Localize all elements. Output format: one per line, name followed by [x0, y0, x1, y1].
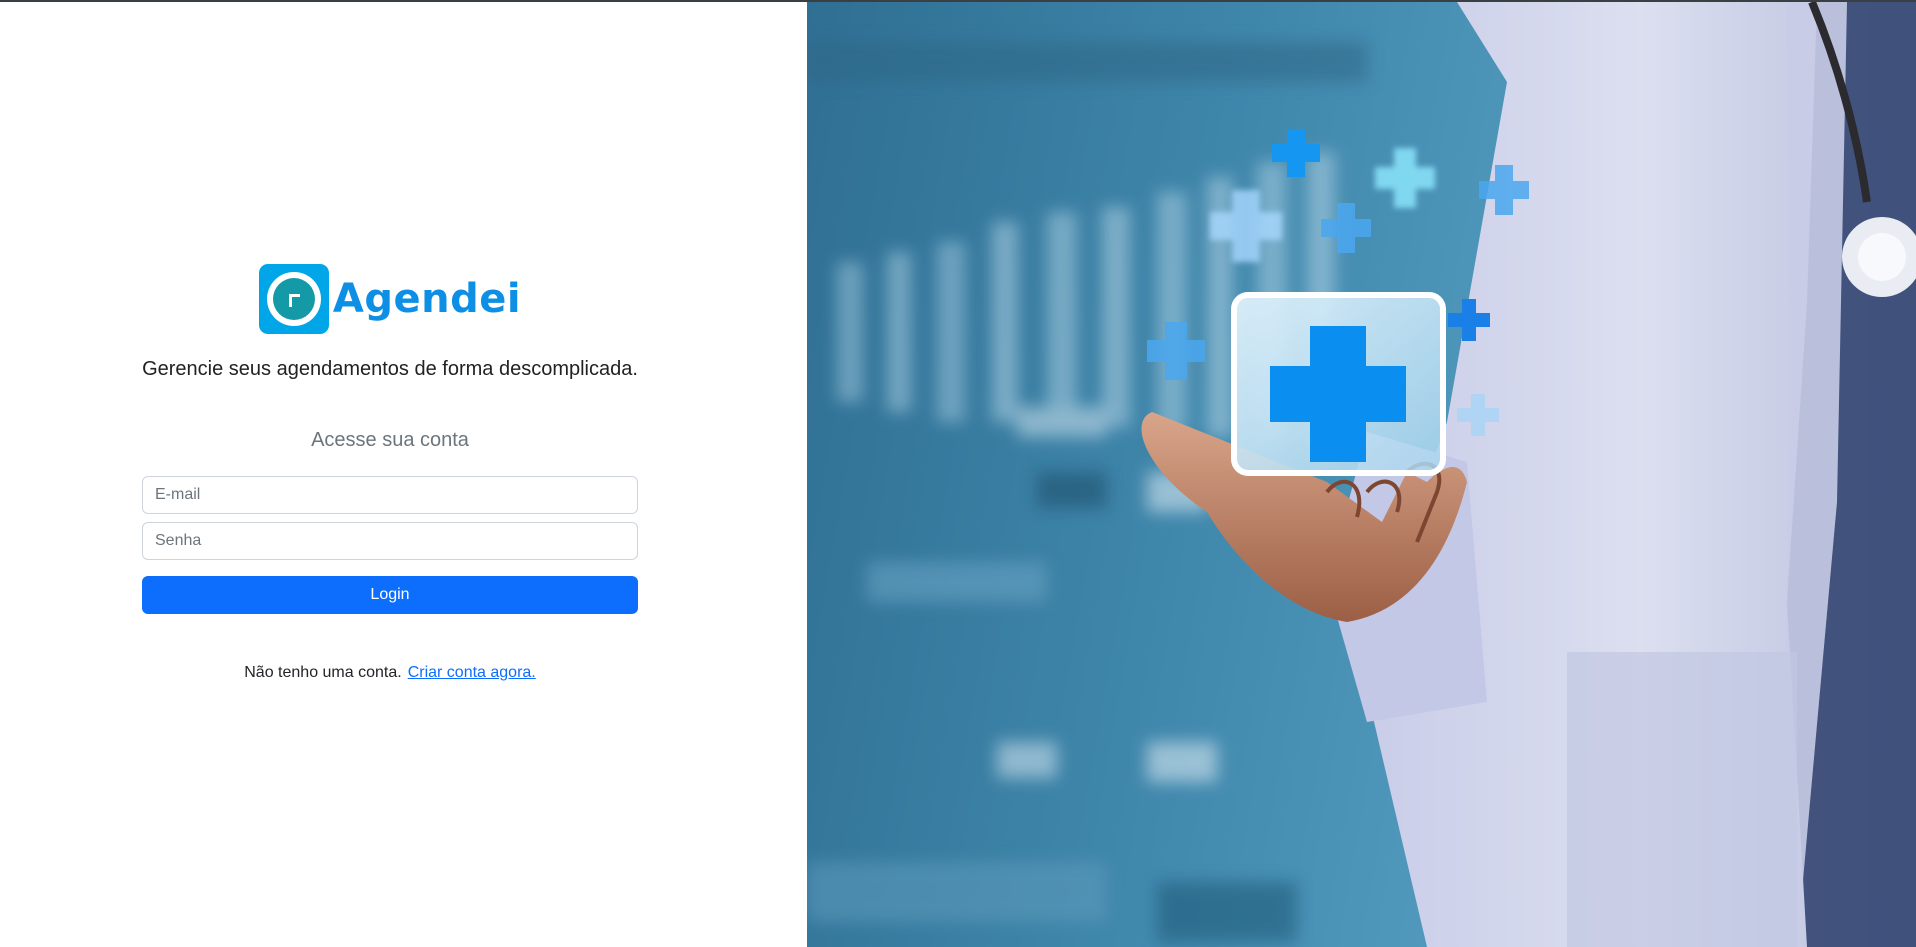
- medical-cross-icon: [1231, 292, 1446, 476]
- doctor-holding-medical-cross-image: [807, 2, 1916, 947]
- tagline: Gerencie seus agendamentos de forma desc…: [142, 358, 638, 380]
- brand-header: Agendei: [142, 264, 638, 334]
- signup-row: Não tenho uma conta. Criar conta agora.: [142, 664, 638, 682]
- create-account-link[interactable]: Criar conta agora.: [408, 664, 536, 681]
- login-page: Agendei Gerencie seus agendamentos de fo…: [0, 2, 1916, 947]
- agendei-logo-icon: [258, 264, 329, 334]
- login-panel: Agendei Gerencie seus agendamentos de fo…: [0, 2, 807, 947]
- password-input[interactable]: [142, 522, 638, 560]
- brand-name: Agendei: [332, 276, 522, 322]
- hero-image: [807, 2, 1916, 947]
- email-input[interactable]: [142, 476, 638, 514]
- login-button[interactable]: Login: [142, 576, 638, 614]
- signup-prompt: Não tenho uma conta.: [244, 664, 402, 681]
- form-title: Acesse sua conta: [311, 429, 469, 451]
- login-container: Agendei Gerencie seus agendamentos de fo…: [142, 264, 638, 682]
